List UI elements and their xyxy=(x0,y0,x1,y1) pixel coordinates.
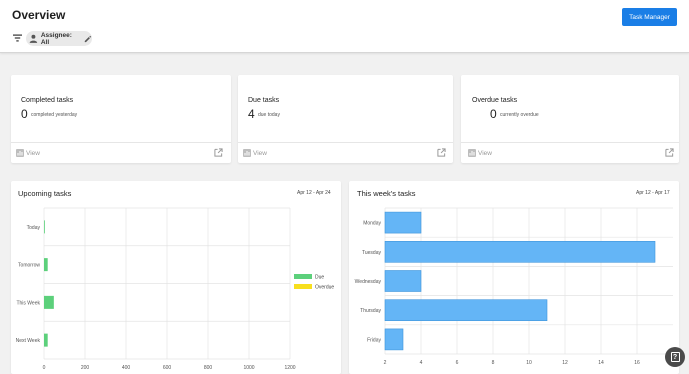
stat-subtitle: due today xyxy=(258,112,280,118)
filter-icon[interactable] xyxy=(13,34,22,42)
bar xyxy=(384,299,548,321)
x-tick-label: 16 xyxy=(634,360,640,366)
upcoming-tasks-card: Upcoming tasks Apr 12 - Apr 24 0 200 400 60… xyxy=(11,181,341,374)
pencil-icon[interactable] xyxy=(84,35,92,43)
x-tick-label: 800 xyxy=(204,365,213,371)
stat-title: Due tasks xyxy=(248,97,280,104)
stat-subtitle: completed yesterday xyxy=(31,112,78,118)
stat-title: Overdue tasks xyxy=(472,97,518,104)
y-tick-label: Tuesday xyxy=(362,250,381,256)
divider xyxy=(11,142,231,143)
x-tick-label: 2 xyxy=(384,360,387,366)
stat-value: 4 xyxy=(248,107,255,121)
legend-label: Overdue xyxy=(315,285,334,291)
y-tick-label: Tomorrow xyxy=(18,263,40,269)
week-tasks-card: This week's tasks Apr 12 - Apr 17 2 4 6 8 10… xyxy=(349,181,679,374)
view-link-label: View xyxy=(26,149,40,157)
legend-label: Due xyxy=(315,275,324,281)
x-tick-label: 1000 xyxy=(243,365,254,371)
open-in-new-icon[interactable] xyxy=(437,148,446,157)
view-link[interactable]: View xyxy=(243,149,267,157)
y-tick-label: Today xyxy=(27,225,41,231)
assignee-filter-chip[interactable]: Assignee: All xyxy=(26,31,92,46)
bar xyxy=(384,211,422,234)
y-tick-label: Wednesday xyxy=(355,279,382,285)
y-tick-label: Friday xyxy=(367,337,381,343)
open-in-new-icon[interactable] xyxy=(665,148,674,157)
overdue-tasks-card: Overdue tasks 0 currently overdue View xyxy=(461,75,679,163)
y-tick-label: Monday xyxy=(363,221,381,227)
upcoming-tasks-chart: 0 200 400 600 800 1000 1200 Today Tomorrow This W… xyxy=(16,207,334,371)
stat-subtitle: currently overdue xyxy=(500,112,539,118)
bar xyxy=(44,220,45,234)
view-link-label: View xyxy=(478,149,492,157)
bar-chart-icon xyxy=(243,149,251,157)
bar-chart-icon xyxy=(16,149,24,157)
x-tick-label: 12 xyxy=(562,360,568,366)
stat-value: 0 xyxy=(21,107,28,121)
help-icon: ? xyxy=(670,352,680,362)
x-tick-label: 1200 xyxy=(284,365,295,371)
x-tick-label: 400 xyxy=(122,365,131,371)
y-tick-label: Thursday xyxy=(360,308,381,314)
task-manager-button[interactable]: Task Manager xyxy=(622,8,677,26)
open-in-new-icon[interactable] xyxy=(214,148,223,157)
bar xyxy=(384,328,404,351)
person-icon xyxy=(29,34,38,43)
divider xyxy=(238,142,453,143)
page-title: Overview xyxy=(12,8,66,22)
bar xyxy=(44,333,48,347)
x-tick-label: 10 xyxy=(526,360,532,366)
x-tick-label: 0 xyxy=(43,365,46,371)
legend-swatch xyxy=(294,284,312,289)
bar xyxy=(384,270,422,292)
y-tick-label: Next Week xyxy=(16,338,41,344)
bar xyxy=(384,240,656,263)
legend-swatch xyxy=(294,274,312,279)
stat-title: Completed tasks xyxy=(21,97,74,104)
x-tick-label: 4 xyxy=(420,360,423,366)
x-tick-label: 8 xyxy=(492,360,495,366)
top-bar: Overview Task Manager Assignee: All xyxy=(0,0,689,53)
due-tasks-card: Due tasks 4 due today View xyxy=(238,75,453,163)
x-tick-label: 14 xyxy=(598,360,604,366)
week-tasks-chart: 2 4 6 8 10 12 14 16 Monday Tuesday Wednesday Thursd… xyxy=(355,207,673,366)
assignee-chip-label: Assignee: All xyxy=(40,31,72,46)
bar xyxy=(44,295,54,309)
bar-chart-icon xyxy=(468,149,476,157)
view-link[interactable]: View xyxy=(468,149,492,157)
bar xyxy=(44,258,48,272)
x-tick-label: 600 xyxy=(163,365,172,371)
divider xyxy=(461,142,679,143)
x-tick-label: 200 xyxy=(81,365,90,371)
view-link[interactable]: View xyxy=(16,149,40,157)
y-tick-label: This Week xyxy=(16,300,40,306)
stat-value: 0 xyxy=(490,107,497,121)
view-link-label: View xyxy=(253,149,267,157)
completed-tasks-card: Completed tasks 0 completed yesterday Vi… xyxy=(11,75,231,163)
x-tick-label: 6 xyxy=(456,360,459,366)
help-button[interactable]: ? xyxy=(665,347,685,367)
